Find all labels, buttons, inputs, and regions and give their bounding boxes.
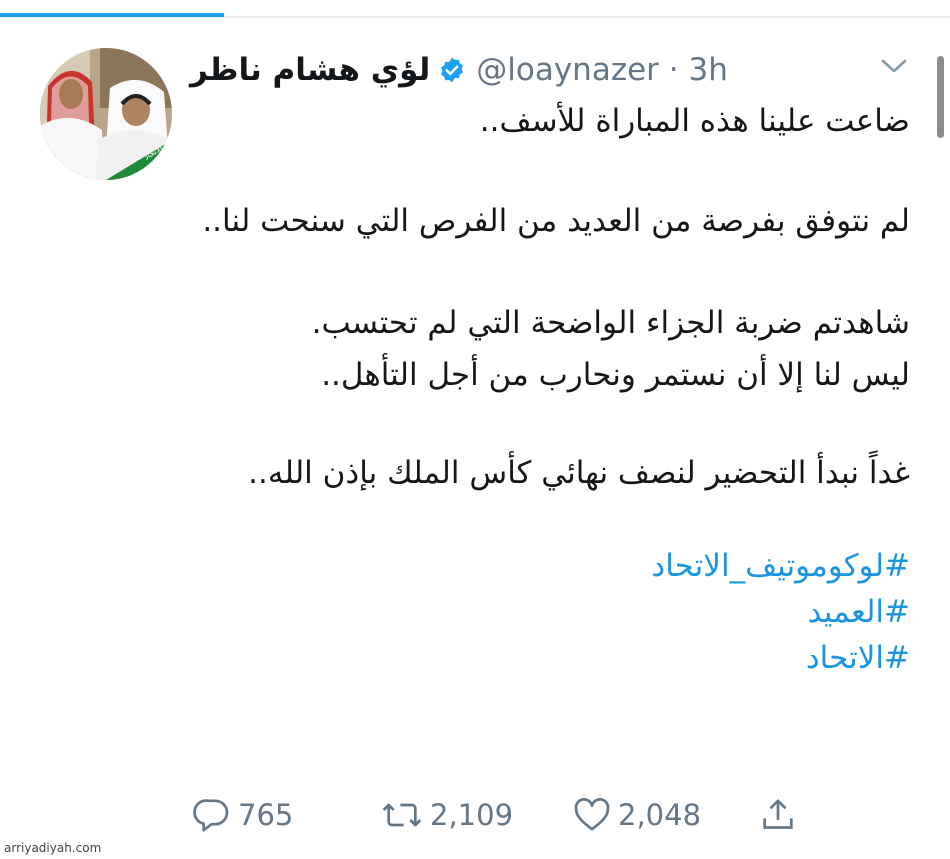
- share-icon: [758, 795, 798, 835]
- like-count: 2,048: [618, 798, 702, 832]
- retweet-count: 2,109: [430, 798, 514, 832]
- tweet-line: غداً نبدأ التحضير لنصف نهائي كأس الملك ب…: [248, 455, 910, 491]
- retweet-icon: [380, 795, 424, 835]
- reply-icon: [192, 795, 232, 835]
- hashtag-list: #لوكوموتيف_الاتحاد #العميد #الاتحاد: [200, 543, 910, 681]
- reply-count: 765: [238, 798, 294, 832]
- scrollbar[interactable]: [937, 56, 944, 138]
- handle-and-time[interactable]: @loaynazer · 3h: [476, 52, 728, 88]
- retweet-button[interactable]: 2,109: [380, 795, 513, 835]
- tweet-line: شاهدتم ضربة الجزاء الواضحة التي لم تحتسب…: [311, 305, 910, 341]
- chevron-down-icon[interactable]: [880, 56, 908, 76]
- heart-icon: [572, 795, 612, 835]
- avatar-photo: الاتحاد: [40, 48, 172, 180]
- tweet-header: لؤي هشام ناظر @loaynazer · 3h: [190, 48, 910, 92]
- verified-badge-icon: [438, 56, 466, 84]
- like-button[interactable]: 2,048: [572, 795, 701, 835]
- avatar[interactable]: الاتحاد: [40, 48, 172, 180]
- hashtag-link[interactable]: #العميد: [200, 589, 910, 635]
- active-tab-indicator: [0, 13, 224, 17]
- reply-button[interactable]: 765: [192, 795, 293, 835]
- watermark: arriyadiyah.com: [4, 841, 102, 855]
- hashtag-link[interactable]: #الاتحاد: [200, 635, 910, 681]
- tweet-line: ليس لنا إلا أن نستمر ونحارب من أجل التأه…: [321, 357, 910, 393]
- tweet-text: ضاعت علينا هذه المباراة للأسف.. لم نتوفق…: [200, 95, 910, 681]
- share-button[interactable]: [758, 795, 798, 835]
- tweet-line: لم نتوفق بفرصة من العديد من الفرص التي س…: [202, 203, 910, 239]
- hashtag-link[interactable]: #لوكوموتيف_الاتحاد: [200, 543, 910, 589]
- display-name[interactable]: لؤي هشام ناظر: [190, 52, 430, 88]
- tweet-line: ضاعت علينا هذه المباراة للأسف..: [479, 103, 910, 139]
- tweet-actions: 765 2,109 2,048: [190, 790, 810, 840]
- tweet-page: الاتحاد لؤي هشام ناظر @loaynazer · 3h ضا…: [0, 0, 950, 859]
